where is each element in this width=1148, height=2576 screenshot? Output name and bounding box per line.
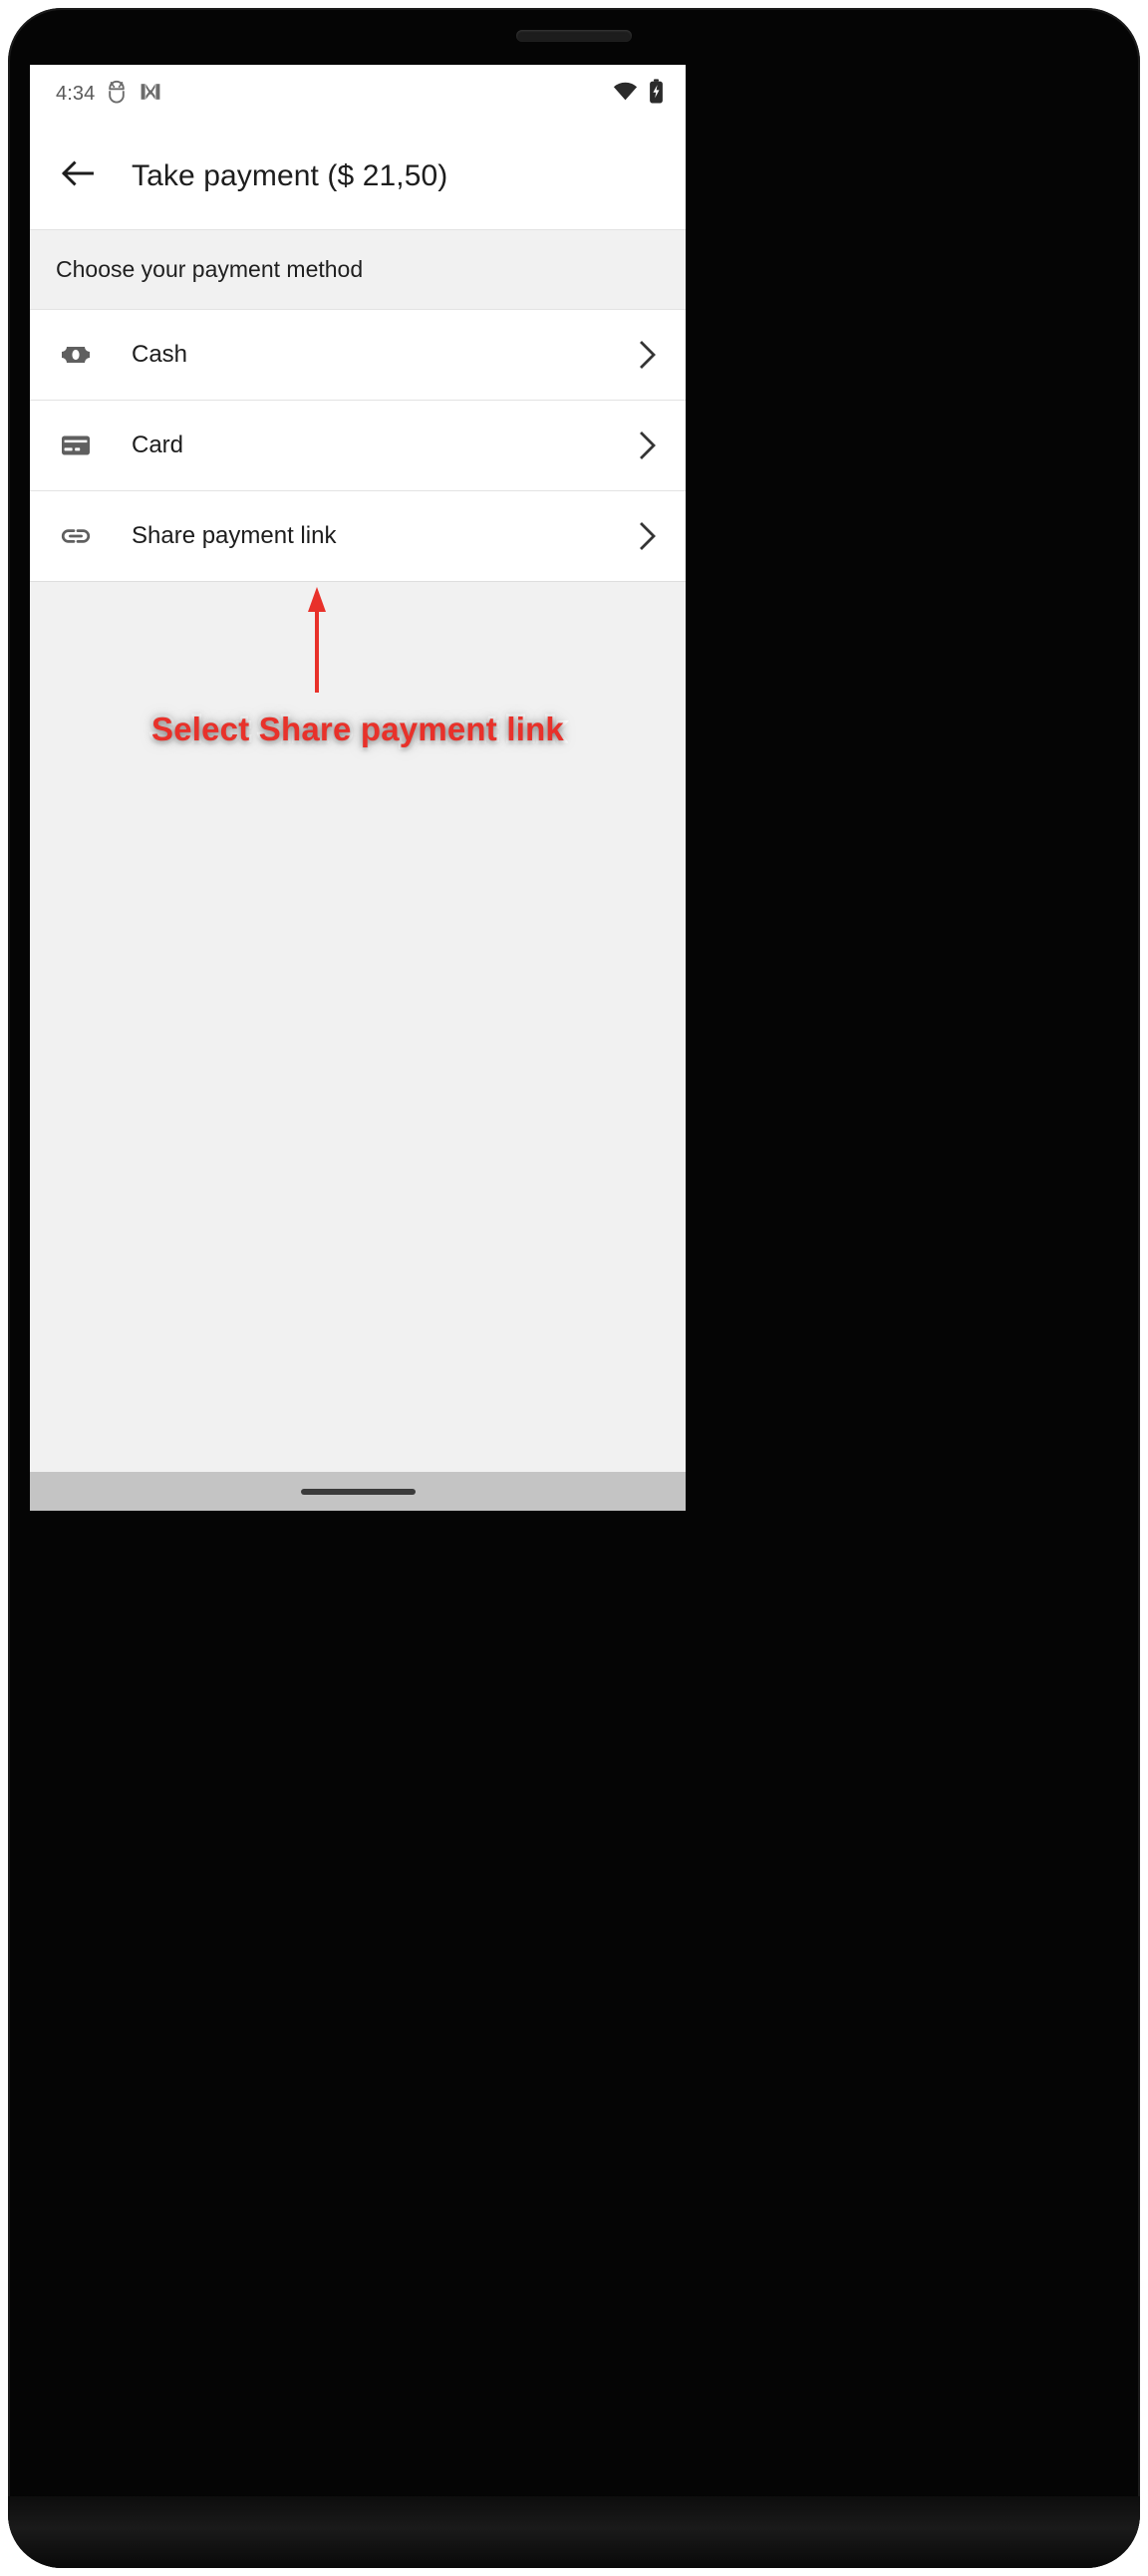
link-chain-icon: [56, 516, 96, 556]
section-header-label: Choose your payment method: [56, 256, 364, 282]
status-bar: 4:34: [30, 65, 686, 123]
gesture-navigation-bar: [30, 1472, 686, 1511]
status-bar-left-group: 4:34: [56, 80, 162, 109]
page-title: Take payment ($ 21,50): [132, 158, 448, 192]
app-bar: Take payment ($ 21,50): [30, 123, 686, 229]
payment-method-row-share-payment-link[interactable]: Share payment link: [30, 491, 686, 582]
banknote-icon: [56, 335, 96, 375]
device-bottom-chin: [8, 2496, 1140, 2568]
section-header: Choose your payment method: [30, 229, 686, 310]
payment-method-row-card[interactable]: Card: [30, 401, 686, 491]
status-bar-right-group: [613, 79, 664, 109]
payment-method-list: Cash Card Share payment link: [30, 310, 686, 582]
payment-method-row-cash[interactable]: Cash: [30, 310, 686, 401]
android-robot-icon: [106, 80, 128, 109]
m-logo-icon: [139, 80, 162, 109]
back-button[interactable]: [56, 153, 102, 199]
chevron-right-icon[interactable]: [634, 431, 662, 459]
credit-card-icon: [56, 426, 96, 465]
battery-charging-icon: [649, 79, 664, 109]
empty-content-area: [30, 582, 686, 1435]
earpiece-speaker: [516, 30, 632, 42]
gesture-home-handle[interactable]: [300, 1488, 416, 1495]
chevron-right-icon[interactable]: [634, 341, 662, 369]
status-bar-clock: 4:34: [56, 82, 96, 105]
wifi-icon: [613, 82, 638, 107]
back-arrow-icon: [61, 158, 97, 193]
payment-method-label: Share payment link: [132, 522, 337, 549]
chevron-right-icon[interactable]: [634, 522, 662, 550]
phone-screen: 4:34 Take payment ($ 21,50) Choose your …: [30, 65, 686, 1511]
payment-method-label: Cash: [132, 341, 188, 368]
payment-method-label: Card: [132, 431, 184, 458]
phone-device-frame: 4:34 Take payment ($ 21,50) Choose your …: [8, 8, 1140, 2568]
